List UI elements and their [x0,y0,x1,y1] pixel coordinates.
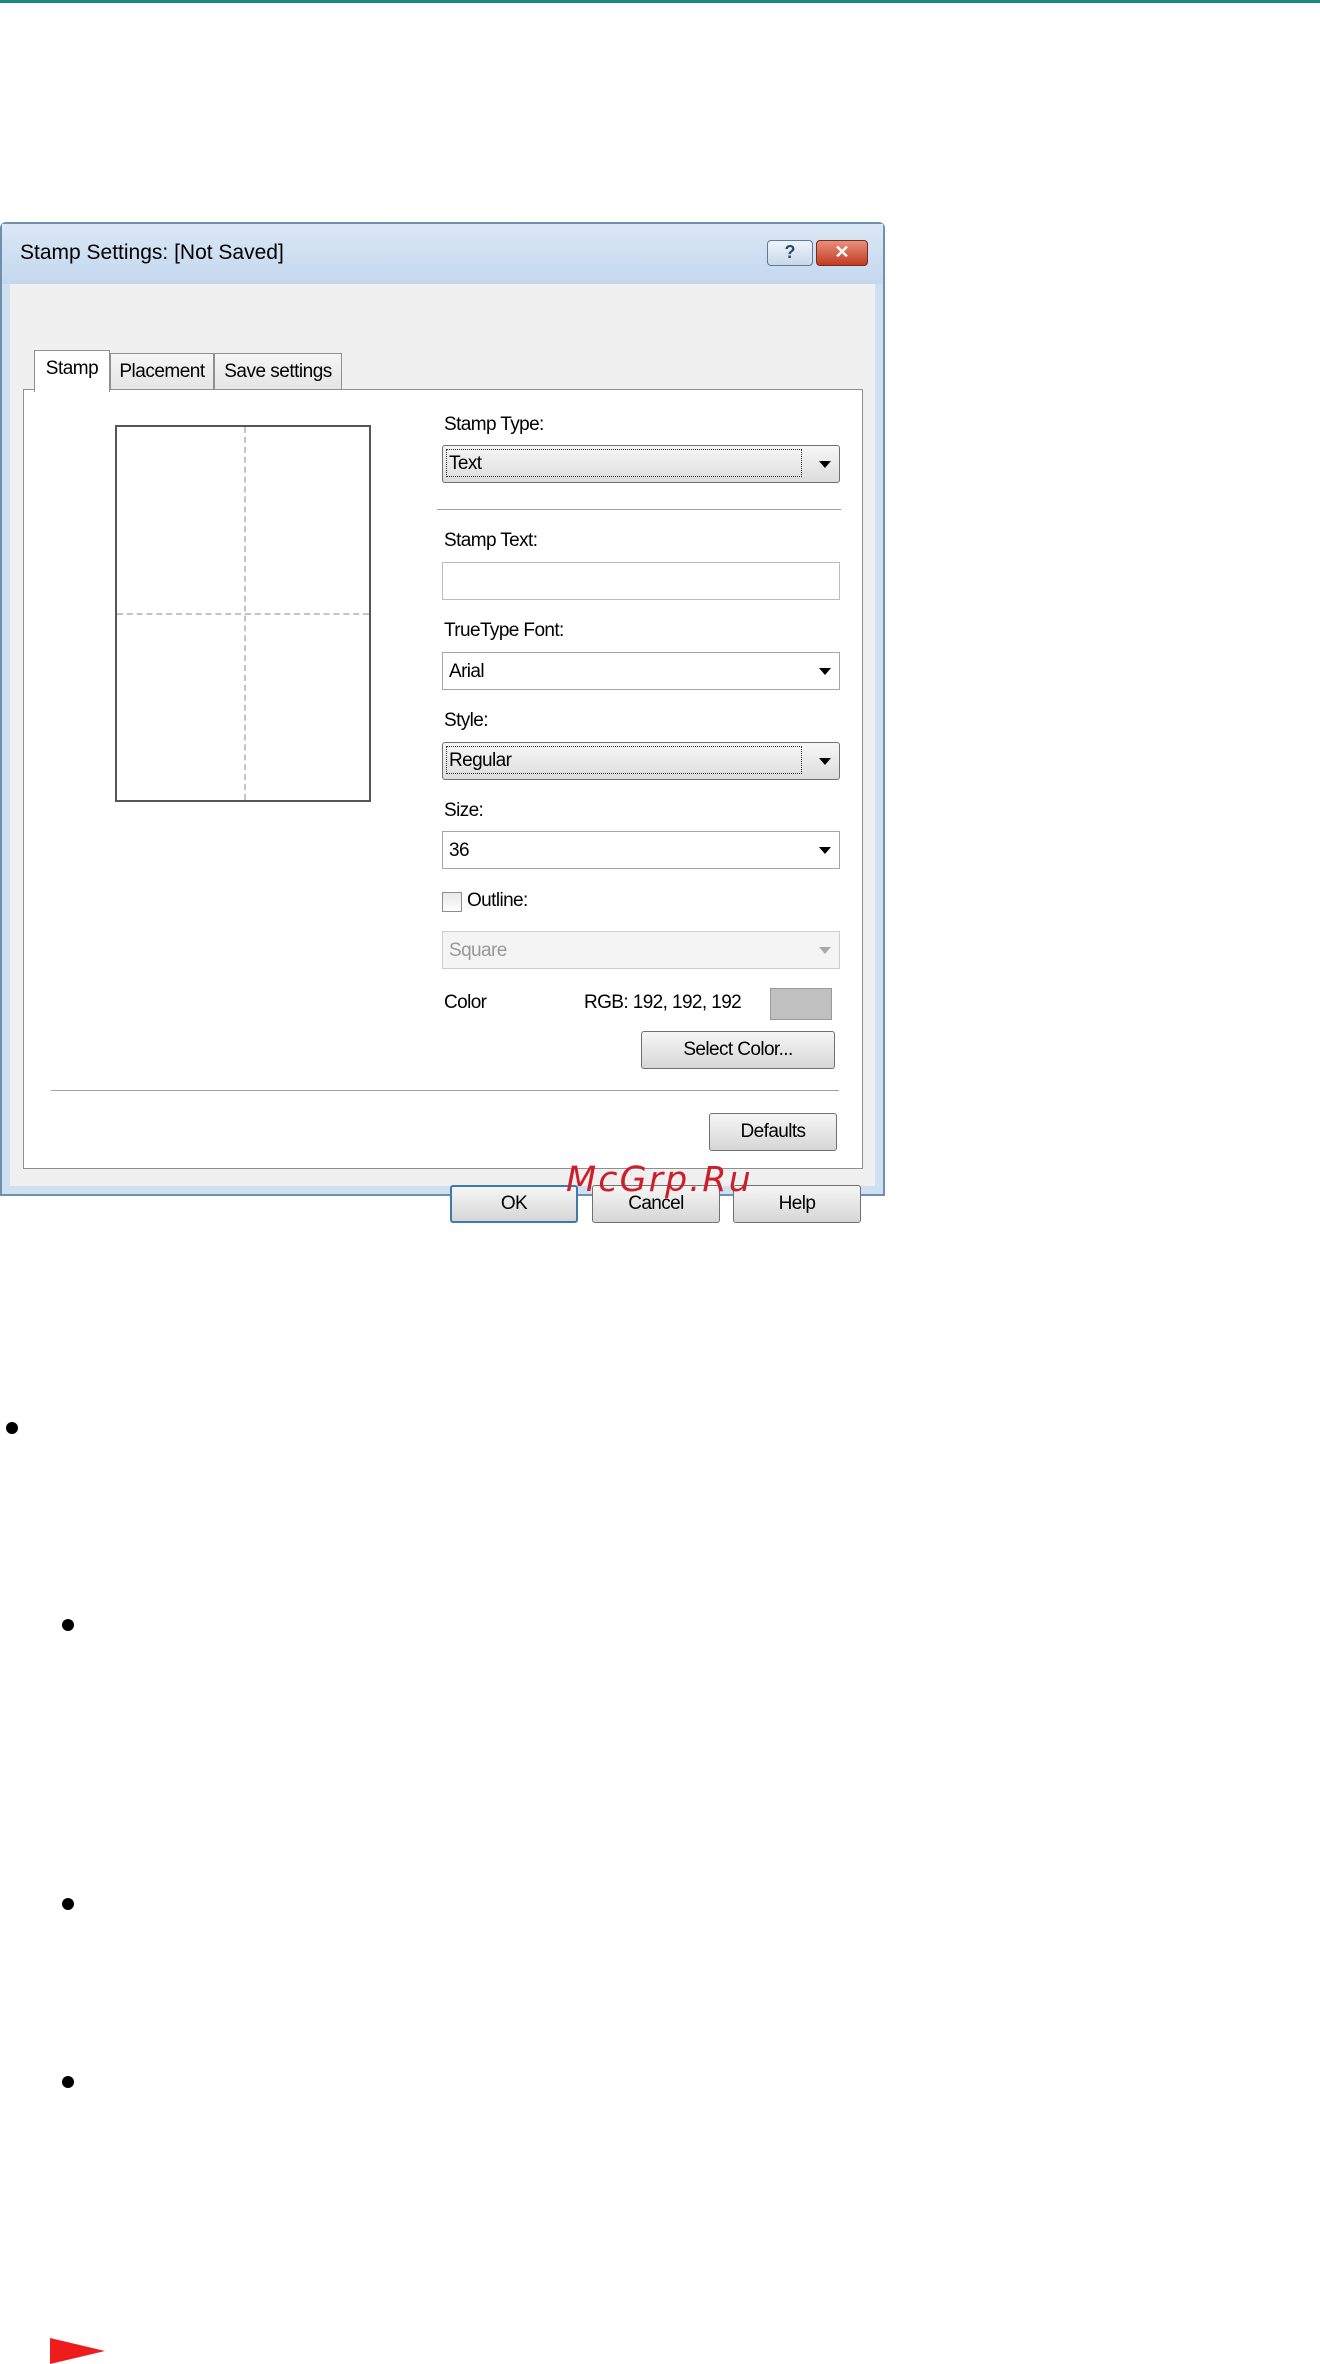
watermark: McGrp.Ru [566,1160,753,1200]
outline-checkbox[interactable] [442,892,462,912]
truetype-font-label: TrueType Font: [444,620,564,641]
chevron-down-icon [819,758,831,765]
top-rule [0,0,1320,3]
title-close-button[interactable]: ✕ [816,240,868,266]
stamp-preview [115,425,371,802]
bullet-point [62,1898,74,1910]
stamp-type-label: Stamp Type: [444,414,544,435]
style-label: Style: [444,710,489,731]
color-rgb-value: RGB: 192, 192, 192 [584,992,742,1013]
size-select[interactable]: 36 [442,831,840,869]
chevron-down-icon [819,668,831,675]
tab-save-settings[interactable]: Save settings [214,353,342,391]
question-mark-icon: ? [784,242,796,262]
stamp-text-label: Stamp Text: [444,530,538,551]
tab-stamp[interactable]: Stamp [34,350,110,392]
stamp-type-select[interactable]: Text [442,445,840,483]
chevron-down-icon [819,847,831,854]
chevron-down-icon [819,947,831,954]
size-value: 36 [449,840,470,861]
close-icon: ✕ [834,242,850,262]
size-label: Size: [444,800,484,821]
dialog-client-area: Stamp Placement Save settings Stamp Type… [10,284,875,1223]
select-color-button[interactable]: Select Color... [641,1031,835,1069]
style-value: Regular [446,746,802,774]
title-bar: Stamp Settings: [Not Saved] ? ✕ [2,224,883,284]
stamp-type-value: Text [446,449,802,477]
stamp-settings-dialog: Stamp Settings: [Not Saved] ? ✕ Stamp Pl… [0,222,885,1223]
outline-value: Square [449,940,507,961]
color-swatch [770,988,832,1020]
separator [437,509,841,511]
preview-horizontal-guide [117,613,369,615]
defaults-button[interactable]: Defaults [709,1113,837,1151]
title-help-button[interactable]: ? [767,240,813,266]
truetype-font-select[interactable]: Arial [442,652,840,690]
bullet-point [62,1619,74,1631]
separator [51,1090,839,1092]
color-label: Color [444,992,487,1013]
bullet-point [6,1422,18,1434]
tab-placement[interactable]: Placement [110,353,214,391]
dialog-title: Stamp Settings: [Not Saved] [20,241,284,264]
style-select[interactable]: Regular [442,742,840,780]
truetype-font-value: Arial [449,661,485,682]
ok-button[interactable]: OK [450,1185,578,1223]
stamp-text-input[interactable] [442,562,840,600]
chevron-down-icon [819,461,831,468]
arrow-icon [50,2338,105,2364]
bullet-point [62,2076,74,2088]
stamp-tab-panel: Stamp Type: Text Stamp Text: TrueType Fo… [23,389,863,1169]
outline-select[interactable]: Square [442,931,840,969]
outline-label: Outline: [467,890,528,911]
